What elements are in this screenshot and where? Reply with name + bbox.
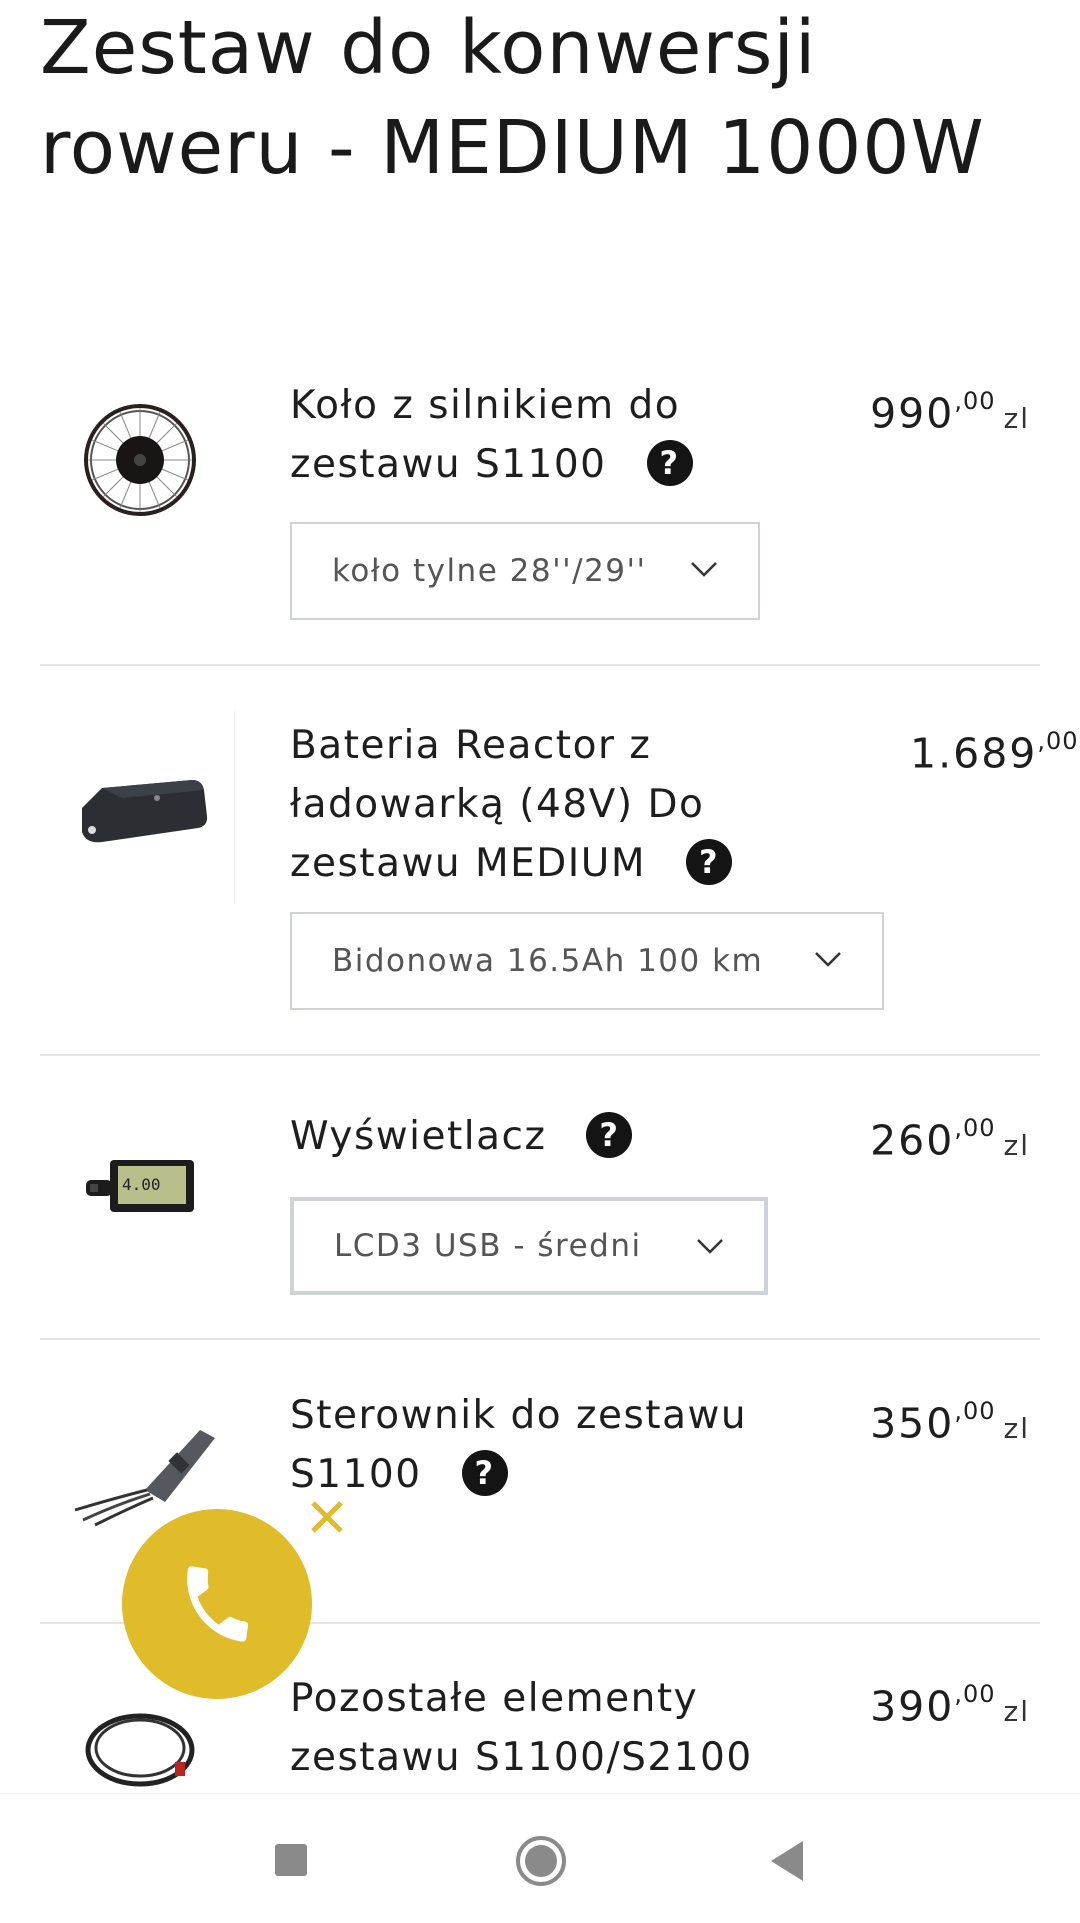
product-price: 350,00zl [870,1397,1030,1448]
chevron-down-icon [697,1239,723,1254]
chevron-down-icon [815,952,841,967]
chevron-down-icon [691,562,717,577]
product-row-display: 4.00 Wyświetlacz? 260,00zl LCD3 USB - śr… [40,1085,1040,1335]
help-icon[interactable]: ? [586,1111,633,1158]
product-name: Pozostałe elementy zestawu S1100/S2100 [290,1676,753,1780]
product-row-wheel: Koło z silnikiem do zestawu S1100? 990,0… [40,360,1040,660]
help-icon[interactable]: ? [686,838,733,885]
system-nav-bar [0,1793,1080,1923]
battery-image [40,710,235,905]
divider [40,1054,1040,1056]
close-icon[interactable] [305,1495,349,1539]
help-icon[interactable]: ? [461,1449,508,1496]
product-config-page: Zestaw do konwersji roweru - MEDIUM 1000… [0,0,1080,1923]
square-icon[interactable] [270,1829,310,1889]
svg-text:4.00: 4.00 [122,1175,161,1194]
phone-icon [187,1566,249,1642]
product-price: 260,00zl [870,1114,1030,1165]
circle-icon[interactable] [514,1829,568,1889]
page-title: Zestaw do konwersji roweru - MEDIUM 1000… [40,5,985,191]
product-price: 1.689,00 [910,727,1079,778]
product-name: Bateria Reactor z ładowarką (48V) Do zes… [290,716,790,893]
variant-select[interactable]: LCD3 USB - średni [290,1197,768,1295]
product-price: 990,00zl [870,387,1030,438]
wheel-motor-image [40,360,240,560]
divider [40,1338,1040,1340]
product-row-battery: Bateria Reactor z ładowarką (48V) Do zes… [40,700,1078,1050]
triangle-back-icon[interactable] [765,1829,809,1889]
product-price: 390,00zl [870,1680,1030,1731]
call-button[interactable] [122,1509,312,1699]
variant-select[interactable]: Bidonowa 16.5Ah 100 km [290,912,884,1010]
help-icon[interactable]: ? [646,439,693,486]
display-image: 4.00 [40,1085,240,1285]
product-name: Wyświetlacz? [290,1107,830,1166]
variant-select[interactable]: koło tylne 28''/29'' [290,522,760,620]
divider [40,664,1040,666]
product-name: Sterownik do zestawu S1100? [290,1393,748,1497]
product-name: Koło z silnikiem do zestawu S1100? [290,376,830,494]
